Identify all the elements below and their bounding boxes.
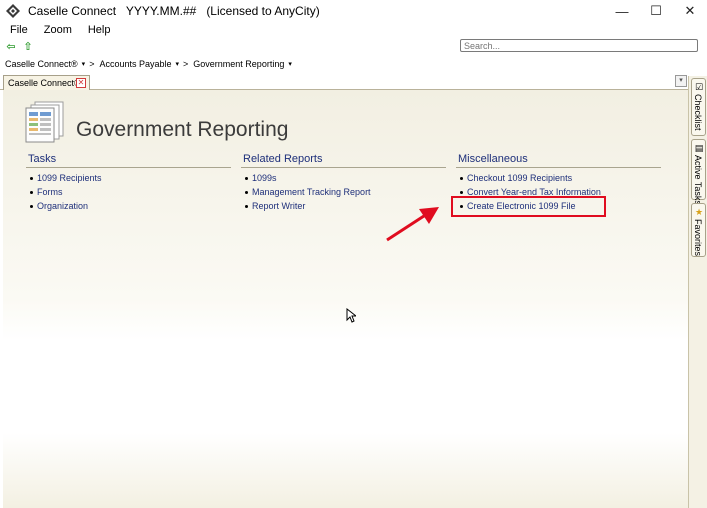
up-arrow-icon[interactable]: ⇧ (22, 40, 34, 53)
side-tab-active-tasks[interactable]: ▤ Active Tasks (691, 139, 706, 205)
window-titlebar: Caselle Connect YYYY.MM.## (Licensed to … (0, 0, 707, 22)
menu-bar: File Zoom Help (0, 22, 707, 38)
tab-list-dropdown-icon[interactable]: ▾ (675, 75, 687, 87)
tab-strip: Caselle Connect® ✕ ▾ (0, 72, 707, 90)
mouse-cursor-icon (346, 308, 356, 323)
menu-file[interactable]: File (4, 24, 34, 36)
tab-label: Caselle Connect® (8, 78, 81, 88)
star-icon: ★ (694, 207, 704, 217)
right-sidebar: ☑ Checklist ▤ Active Tasks ★ Favorites (688, 76, 707, 508)
link-1099s[interactable]: 1099s (241, 171, 446, 185)
breadcrumb-dropdown-icon[interactable]: ▾ (288, 60, 292, 68)
breadcrumb-accounts-payable[interactable]: Accounts Payable (94, 59, 171, 69)
side-tab-favorites-label: Favorites (693, 219, 703, 257)
breadcrumb-dropdown-icon[interactable]: ▾ (176, 60, 180, 68)
main-content: Government Reporting Tasks 1099 Recipien… (3, 90, 688, 508)
tasks-section: Tasks 1099 Recipients Forms Organization (26, 153, 231, 213)
link-forms[interactable]: Forms (26, 185, 231, 199)
breadcrumb-dropdown-icon[interactable]: ▾ (82, 60, 86, 68)
close-tab-icon[interactable]: ✕ (76, 78, 86, 88)
breadcrumb-caselle-connect[interactable]: Caselle Connect® (0, 59, 78, 69)
search-input[interactable] (460, 39, 698, 52)
miscellaneous-heading: Miscellaneous (456, 153, 661, 168)
tasks-links: 1099 Recipients Forms Organization (26, 168, 231, 213)
documents-icon (25, 101, 64, 143)
window-title: Caselle Connect YYYY.MM.## (Licensed to … (28, 4, 320, 18)
side-tab-favorites[interactable]: ★ Favorites (691, 203, 706, 257)
menu-help[interactable]: Help (82, 24, 117, 36)
active-tasks-icon: ▤ (694, 143, 704, 153)
tasks-heading: Tasks (26, 153, 231, 168)
checklist-icon: ☑ (694, 82, 704, 92)
related-reports-heading: Related Reports (241, 153, 446, 168)
link-checkout-1099-recipients[interactable]: Checkout 1099 Recipients (456, 171, 661, 185)
app-logo-icon (6, 4, 20, 18)
link-management-tracking-report[interactable]: Management Tracking Report (241, 185, 446, 199)
link-organization[interactable]: Organization (26, 199, 231, 213)
window-controls: — ☐ ✕ (605, 0, 707, 22)
menu-zoom[interactable]: Zoom (38, 24, 78, 36)
tab-caselle-connect[interactable]: Caselle Connect® ✕ (3, 75, 90, 90)
close-window-button[interactable]: ✕ (673, 0, 707, 22)
page-title: Government Reporting (76, 118, 289, 141)
link-1099-recipients[interactable]: 1099 Recipients (26, 171, 231, 185)
side-tab-checklist[interactable]: ☑ Checklist (691, 78, 706, 136)
breadcrumb-government-reporting[interactable]: Government Reporting (188, 59, 284, 69)
side-tab-checklist-label: Checklist (693, 94, 703, 131)
minimize-button[interactable]: — (605, 0, 639, 22)
annotation-arrow-icon (386, 207, 439, 242)
maximize-button[interactable]: ☐ (639, 0, 673, 22)
back-arrow-icon[interactable]: ⇦ (5, 40, 17, 53)
side-tab-active-tasks-label: Active Tasks (693, 155, 703, 205)
highlight-annotation-box (451, 196, 606, 217)
breadcrumb: Caselle Connect® ▾ > Accounts Payable ▾ … (0, 57, 292, 71)
